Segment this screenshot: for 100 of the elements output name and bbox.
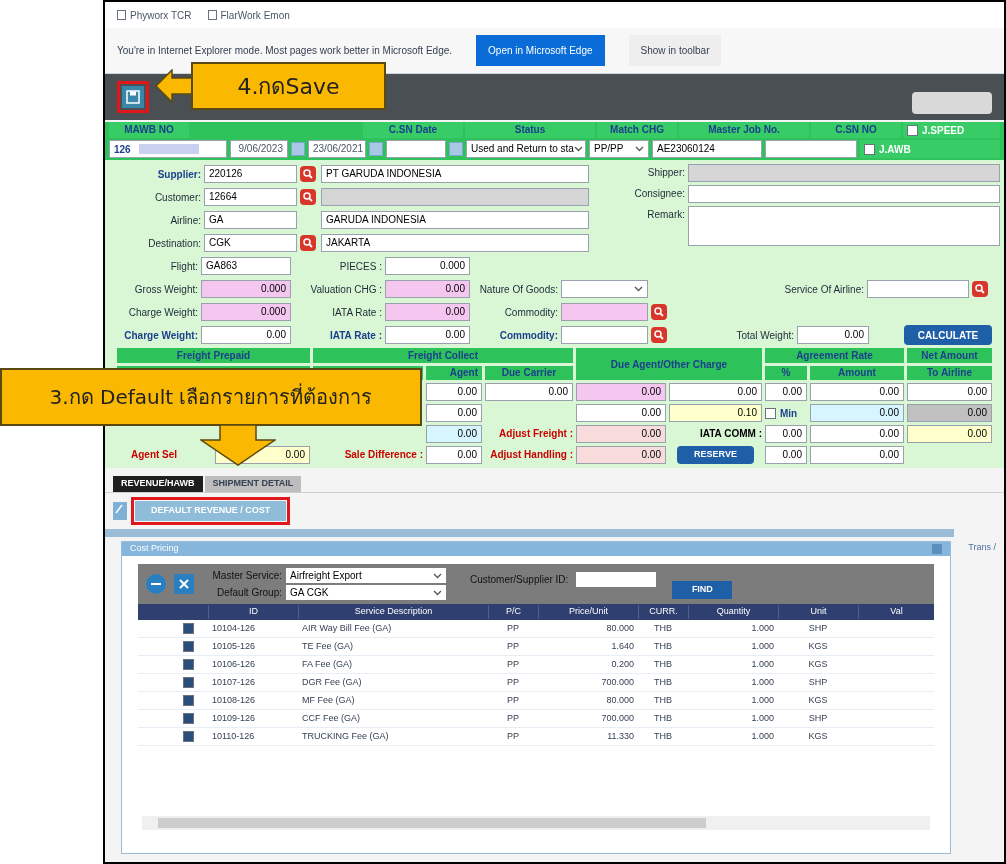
code-field[interactable]: 12664 <box>204 188 297 206</box>
amount-field[interactable]: 0.00 <box>576 404 666 422</box>
number-field[interactable]: 0.00 <box>385 326 470 344</box>
tab[interactable]: REVENUE/HAWB <box>113 476 203 492</box>
checkbox[interactable] <box>182 695 194 706</box>
open-edge-button[interactable]: Open in Microsoft Edge <box>476 35 605 66</box>
search-icon[interactable] <box>300 235 316 251</box>
search-icon[interactable] <box>651 327 667 343</box>
number-field[interactable]: 0.000 <box>201 280 291 298</box>
commodity-field[interactable] <box>561 303 648 321</box>
table-cell-text: THB <box>653 639 673 653</box>
default-group-select[interactable]: GA CGK <box>286 585 446 600</box>
code-field[interactable]: 220126 <box>204 165 297 183</box>
amount-field[interactable]: 0.00 <box>810 383 904 401</box>
code-field[interactable]: GA <box>204 211 297 229</box>
horizontal-scrollbar[interactable] <box>142 816 930 830</box>
amount-field[interactable]: 0.00 <box>576 425 666 443</box>
amount-field[interactable]: 0.00 <box>576 383 666 401</box>
checkbox[interactable] <box>765 407 776 419</box>
amount-field[interactable]: 0.00 <box>765 425 807 443</box>
amount-field[interactable]: 0.00 <box>576 446 666 464</box>
flight-field[interactable]: GA863 <box>201 257 291 275</box>
match-chg-select[interactable]: PP/PP <box>589 140 649 158</box>
field-label: Adjust Freight : <box>498 427 573 441</box>
number-field[interactable]: 0.000 <box>385 257 470 275</box>
amount-field[interactable]: 0.00 <box>426 446 482 464</box>
checkbox[interactable] <box>182 659 194 670</box>
number-field[interactable]: 0.00 <box>385 303 470 321</box>
table-cell-text: PP <box>506 711 520 725</box>
date-field[interactable]: 9/06/2023 <box>230 140 288 158</box>
amount-field[interactable]: 0.00 <box>810 425 904 443</box>
chevron-down-icon[interactable] <box>634 286 643 292</box>
date-field[interactable] <box>386 140 446 158</box>
amount-field[interactable]: 0.00 <box>810 404 904 422</box>
find-button[interactable]: FIND <box>672 581 733 599</box>
amount-field[interactable]: 0.00 <box>765 446 807 464</box>
master-job-field[interactable]: AE23060124 <box>652 140 762 158</box>
remove-icon[interactable] <box>146 574 166 594</box>
table-cell-text: 1.000 <box>750 639 775 653</box>
customer-id-field[interactable] <box>576 572 657 587</box>
checkbox[interactable] <box>182 713 194 724</box>
number-field[interactable]: 0.000 <box>201 303 291 321</box>
amount-field[interactable]: 0.00 <box>810 446 904 464</box>
search-icon[interactable] <box>300 189 316 205</box>
number-field[interactable]: 0.00 <box>201 326 291 344</box>
amount-field[interactable]: 0.10 <box>669 404 762 422</box>
favorite-link[interactable]: Phyworx TCR <box>130 7 192 23</box>
chevron-down-icon[interactable] <box>433 589 442 596</box>
checkbox[interactable] <box>182 677 194 688</box>
master-service-select[interactable]: Airfreight Export <box>286 568 446 583</box>
field-label: Destination: <box>147 236 201 251</box>
table-cell-text: PP <box>506 693 520 707</box>
name-field[interactable]: PT GARUDA INDONESIA <box>321 165 589 183</box>
amount-field[interactable]: 0.00 <box>426 425 482 443</box>
amount-field[interactable]: 0.00 <box>907 425 992 443</box>
amount-field[interactable]: 0.00 <box>907 383 992 401</box>
search-icon[interactable] <box>972 281 988 297</box>
chevron-down-icon[interactable] <box>433 572 442 579</box>
date-field[interactable]: 23/06/2021 <box>308 140 366 158</box>
chevron-down-icon[interactable] <box>635 146 644 152</box>
consignee-field[interactable] <box>688 185 1000 203</box>
checkbox-label: J.AWB <box>879 142 911 157</box>
reserve-button[interactable]: RESERVE <box>677 446 754 464</box>
checkbox[interactable] <box>182 623 194 634</box>
field-label: Customer: <box>153 190 201 205</box>
remark-textarea[interactable] <box>688 206 1000 246</box>
number-field[interactable]: 0.00 <box>385 280 470 298</box>
table-cell-text: 1.000 <box>750 693 775 707</box>
code-field[interactable]: CGK <box>204 234 297 252</box>
mawb-field[interactable]: 126 <box>109 140 227 158</box>
search-icon[interactable] <box>300 166 316 182</box>
field-label: Remark: <box>646 208 685 222</box>
search-icon[interactable] <box>651 304 667 320</box>
chevron-down-icon[interactable] <box>573 146 583 152</box>
checkbox[interactable] <box>907 124 918 136</box>
favorite-link[interactable]: FlarWork Emon <box>220 7 290 23</box>
table-cell-text: 10104-126 <box>211 621 257 635</box>
checkbox[interactable] <box>864 143 875 155</box>
table-cell-text: SHP <box>807 621 829 635</box>
checkbox[interactable] <box>182 731 194 742</box>
csn-no-field[interactable] <box>765 140 857 158</box>
status-select[interactable]: Used and Return to sta <box>466 140 586 158</box>
name-field[interactable]: GARUDA INDONESIA <box>321 211 589 229</box>
field-label: Supplier: <box>156 167 201 182</box>
table-cell-text: KGS <box>807 657 829 671</box>
amount-field[interactable]: 0.00 <box>669 383 762 401</box>
amount-field[interactable]: 0.00 <box>907 404 992 422</box>
toolbar-button[interactable]: Show in toolbar <box>628 35 722 66</box>
amount-field[interactable]: 0.00 <box>485 383 573 401</box>
commodity-field[interactable] <box>561 326 648 344</box>
calculate-button[interactable]: CALCULATE <box>904 325 992 345</box>
tab[interactable]: SHIPMENT DETAIL <box>204 476 302 492</box>
amount-field[interactable]: 0.00 <box>426 404 482 422</box>
name-field[interactable]: JAKARTA <box>321 234 589 252</box>
table-cell-text: 10105-126 <box>211 639 257 653</box>
number-field[interactable]: 0.00 <box>797 326 869 344</box>
amount-field[interactable]: 0.00 <box>426 383 482 401</box>
checkbox[interactable] <box>182 641 194 652</box>
service-field[interactable] <box>867 280 969 298</box>
amount-field[interactable]: 0.00 <box>765 383 807 401</box>
